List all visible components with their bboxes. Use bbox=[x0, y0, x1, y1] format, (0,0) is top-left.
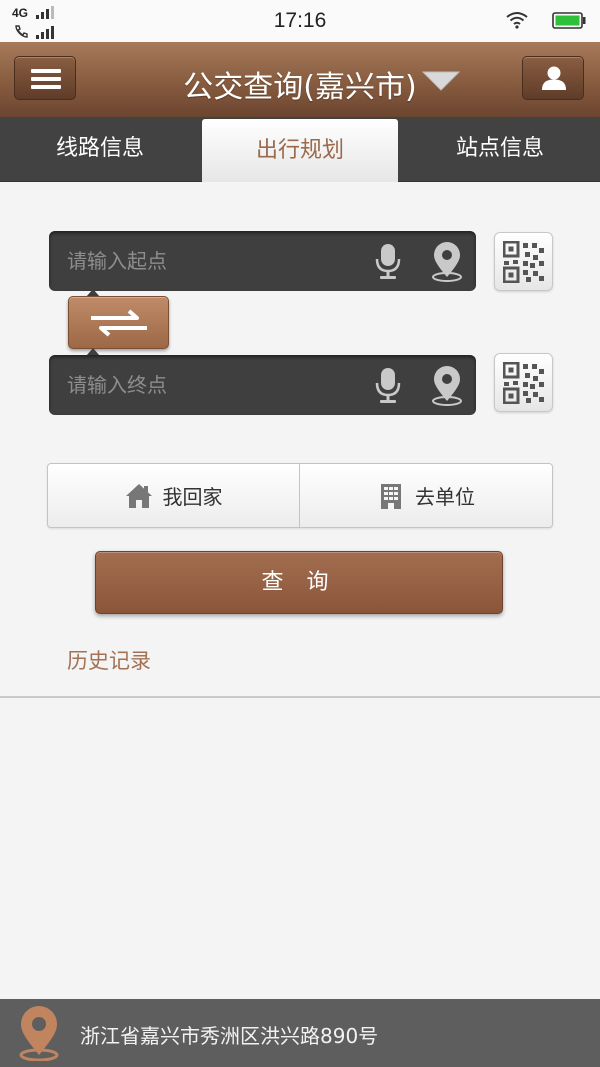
status-bar: 4G 17:16 bbox=[0, 0, 600, 42]
go-to-work-button[interactable]: 去单位 bbox=[300, 464, 552, 527]
location-pin-icon[interactable] bbox=[430, 242, 464, 282]
hamburger-menu-icon bbox=[31, 69, 61, 73]
office-building-icon bbox=[381, 483, 401, 509]
go-home-button[interactable]: 我回家 bbox=[48, 464, 300, 527]
user-button[interactable] bbox=[522, 56, 584, 100]
location-pin-icon bbox=[19, 1006, 59, 1061]
home-icon bbox=[125, 483, 152, 508]
battery-icon bbox=[552, 12, 586, 29]
start-input[interactable] bbox=[67, 231, 367, 291]
divider bbox=[0, 696, 600, 698]
qr-code-icon bbox=[503, 362, 544, 404]
swap-button[interactable] bbox=[68, 296, 169, 349]
microphone-icon[interactable] bbox=[375, 367, 401, 405]
query-button[interactable]: 查 询 bbox=[95, 551, 503, 614]
go-home-label: 我回家 bbox=[162, 485, 223, 509]
current-address: 浙江省嘉兴市秀洲区洪兴路890号 bbox=[80, 1024, 379, 1048]
location-pin-icon[interactable] bbox=[430, 366, 464, 406]
microphone-icon[interactable] bbox=[375, 243, 401, 281]
quick-destinations: 我回家 去单位 bbox=[47, 463, 553, 528]
app-header: 公交查询(嘉兴市) bbox=[0, 42, 600, 117]
start-field bbox=[49, 231, 476, 291]
tab-trip-planning[interactable]: 出行规划 bbox=[202, 119, 398, 182]
current-location-bar[interactable]: 浙江省嘉兴市秀洲区洪兴路890号 bbox=[0, 999, 600, 1067]
scan-qr-end-button[interactable] bbox=[494, 353, 553, 412]
go-to-work-label: 去单位 bbox=[415, 485, 475, 509]
tab-bar: 线路信息 出行规划 站点信息 bbox=[0, 117, 600, 182]
tab-stop-info[interactable]: 站点信息 bbox=[400, 117, 600, 181]
user-icon bbox=[542, 66, 566, 90]
end-input[interactable] bbox=[67, 355, 367, 415]
scan-qr-start-button[interactable] bbox=[494, 232, 553, 291]
chevron-down-icon[interactable] bbox=[422, 71, 460, 91]
qr-code-icon bbox=[503, 241, 544, 283]
swap-arrows-icon bbox=[91, 309, 147, 337]
menu-button[interactable] bbox=[14, 56, 76, 100]
wifi-icon bbox=[506, 12, 528, 29]
end-field bbox=[49, 355, 476, 415]
history-link[interactable]: 历史记录 bbox=[67, 645, 151, 675]
tab-route-info[interactable]: 线路信息 bbox=[0, 117, 200, 181]
